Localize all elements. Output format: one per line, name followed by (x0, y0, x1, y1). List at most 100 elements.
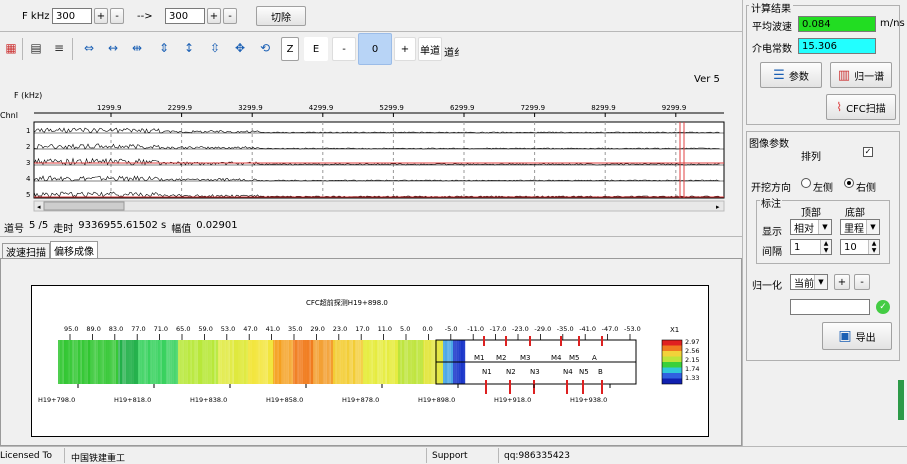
marker-bottom-label: N2 (506, 368, 516, 376)
image-pixel-column (210, 340, 213, 384)
toolbar-separator (22, 38, 23, 60)
normalize-select[interactable]: 当前 ▼ (790, 274, 828, 290)
confirm-icon[interactable]: ✓ (876, 300, 890, 314)
calendar-icon[interactable]: ▦ (2, 39, 20, 57)
image-pixel-column (319, 340, 322, 384)
image-pixel-column (86, 340, 89, 384)
step-plus-button[interactable]: + (394, 37, 416, 61)
normalize-input[interactable] (790, 299, 870, 315)
z-mode-button[interactable]: Z (281, 37, 299, 61)
single-channel-button[interactable]: 单道 (418, 37, 442, 61)
image-pixel-column (315, 340, 318, 384)
compress-horizontal-icon[interactable]: ⇹ (128, 39, 146, 57)
scroll-left-icon[interactable]: ◂ (37, 203, 41, 211)
cfc-scan-button[interactable]: ⌇ CFC扫描 (826, 94, 896, 120)
reset-view-icon[interactable]: ⟲ (256, 39, 274, 57)
spinner-icon[interactable]: ▲ ▼ (820, 240, 831, 254)
image-pixel-column (58, 340, 61, 384)
fit-vertical-icon[interactable]: ⇕ (155, 39, 173, 57)
interval-bottom-input[interactable]: 10 ▲ ▼ (840, 239, 880, 255)
freq-from-plus-button[interactable]: + (94, 8, 108, 24)
compress-vertical-icon[interactable]: ⇳ (206, 39, 224, 57)
e-mode-button[interactable]: E (304, 37, 328, 61)
image-pixel-column (76, 340, 79, 384)
display-bottom-select[interactable]: 里程 ▼ (840, 219, 880, 235)
trace-plot-frame (33, 121, 725, 199)
spinner-icon[interactable]: ▲ ▼ (868, 240, 879, 254)
right-radio[interactable] (844, 178, 854, 188)
image-pixel-column (321, 340, 324, 384)
trace-scrollbar[interactable] (33, 200, 725, 212)
panel-divider (742, 0, 743, 446)
freq-to-minus-button[interactable]: - (223, 8, 237, 24)
image-pixel-column (118, 340, 121, 384)
fit-horizontal-icon[interactable]: ⇔ (80, 39, 98, 57)
image-pixel-column (387, 340, 390, 384)
step-value-field[interactable]: 0 (358, 33, 392, 65)
image-pixel-column (138, 340, 141, 384)
grid-view-icon[interactable]: ▤ (27, 39, 45, 57)
legend-swatch (662, 362, 682, 368)
freq-to-plus-button[interactable]: + (207, 8, 221, 24)
tab-velocity-scan[interactable]: 波速扫描 (2, 243, 50, 259)
freq-from-minus-button[interactable]: - (110, 8, 124, 24)
image-top-tick-label: 53.0 (221, 325, 235, 333)
image-pixel-column (144, 340, 147, 384)
arrange-checkbox[interactable]: ✓ (863, 147, 873, 157)
image-top-tick-label: 65.0 (176, 325, 190, 333)
image-pixel-column (150, 340, 153, 384)
image-pixel-column (102, 340, 105, 384)
image-pixel-column (116, 340, 119, 384)
image-pixel-column (190, 340, 193, 384)
image-pixel-column (62, 340, 65, 384)
params-button[interactable]: ☰ 参数 (760, 62, 822, 88)
image-pixel-column (289, 340, 292, 384)
image-pixel-column (250, 340, 253, 384)
image-pixel-column (122, 340, 125, 384)
list-view-icon[interactable]: ≡ (50, 39, 68, 57)
right-edge-scroll-indicator[interactable] (898, 380, 904, 420)
image-top-tick-label: -53.0 (624, 325, 641, 333)
image-pixel-column (402, 340, 405, 384)
image-pixel-column (172, 340, 175, 384)
expand-horizontal-icon[interactable]: ↔ (104, 39, 122, 57)
image-pixel-column (166, 340, 169, 384)
image-top-tick-label: 17.0 (355, 325, 369, 333)
normalize-plus-button[interactable]: + (834, 274, 850, 290)
tab-migration-imaging[interactable]: 偏移成像 (50, 241, 98, 258)
trace-plot[interactable]: 1299.9 2299.9 3299.9 4299.9 5299.9 6299.9 7299… (0, 98, 742, 213)
image-pixel-column (361, 340, 364, 384)
image-pixel-column (220, 340, 223, 384)
freq-to-input[interactable]: 300 (165, 8, 205, 24)
expand-vertical-icon[interactable]: ↕ (180, 39, 198, 57)
step-minus-button[interactable]: - (332, 37, 356, 61)
zoom-fit-icon[interactable]: ✥ (231, 39, 249, 57)
image-pixel-column (414, 340, 417, 384)
freq-from-input[interactable]: 300 (52, 8, 92, 24)
image-pixel-column (369, 340, 372, 384)
scroll-right-icon[interactable]: ▸ (716, 203, 720, 211)
channel-tab[interactable]: 道纟 (444, 44, 464, 59)
marker-bottom-label: N3 (530, 368, 540, 376)
image-pixel-column (281, 340, 284, 384)
image-pixel-column (90, 340, 93, 384)
trace-scrollbar-thumb[interactable] (43, 201, 125, 211)
interval-top-input[interactable]: 1 ▲ ▼ (790, 239, 832, 255)
bottom-column-label: 底部 (845, 208, 865, 219)
image-pixel-column (291, 340, 294, 384)
trace-x-ticks: 1299.9 2299.9 3299.9 4299.9 5299.9 6299.9 7299… (97, 104, 686, 117)
support-value: qq:986335423 (504, 451, 570, 461)
legend-swatch (662, 340, 682, 346)
image-pixel-column (317, 340, 320, 384)
export-button[interactable]: ▣ 导出 (822, 322, 892, 350)
image-top-tick-label: -47.0 (602, 325, 619, 333)
amplitude-value: 0.02901 (196, 220, 238, 231)
cut-button[interactable]: 切除 (256, 6, 306, 26)
left-radio[interactable] (801, 178, 811, 188)
image-pixel-column (433, 340, 436, 384)
footer-separator (64, 448, 65, 463)
image-pixel-column (170, 340, 173, 384)
normalize-minus-button[interactable]: - (854, 274, 870, 290)
display-top-select[interactable]: 相对 ▼ (790, 219, 832, 235)
normalize-spectrum-button[interactable]: ▥ 归一谱 (830, 62, 892, 88)
